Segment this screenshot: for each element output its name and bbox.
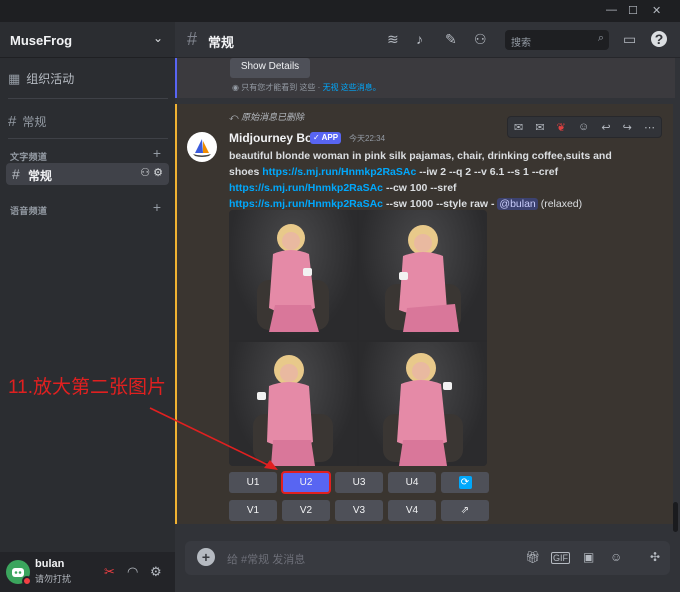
annotation-arrow <box>149 407 278 470</box>
